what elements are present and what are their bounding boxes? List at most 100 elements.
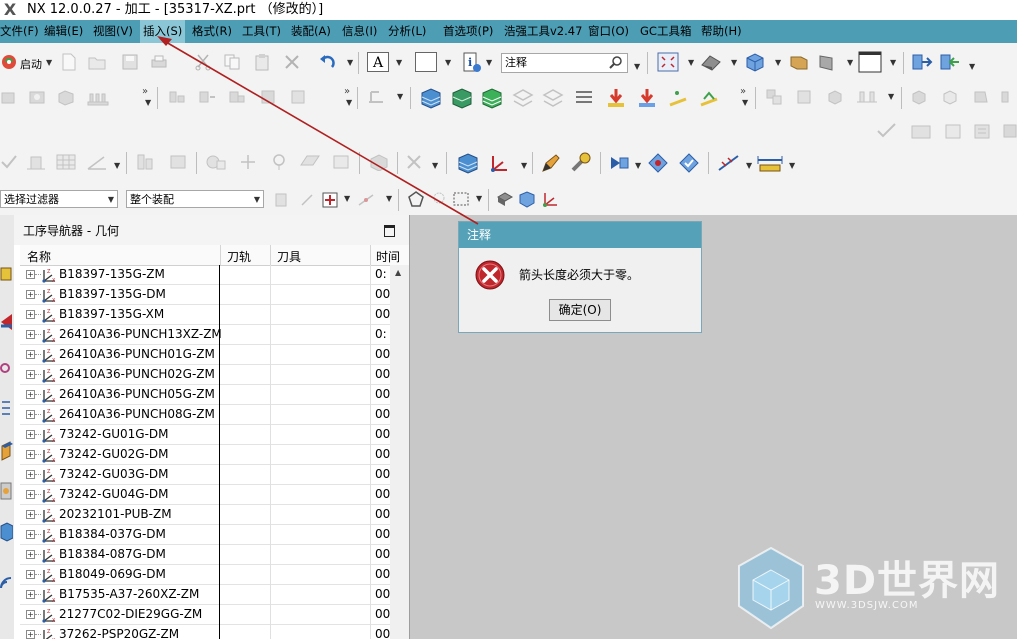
table-row[interactable]: + Z X 21277C02-DIE29GG-ZM 00 — [20, 605, 390, 625]
select-dropdown-icon[interactable]: ▼ — [476, 194, 482, 203]
info-dropdown-icon[interactable]: ▼ — [486, 58, 492, 67]
select-face-icon[interactable] — [496, 190, 514, 208]
table-row[interactable]: + Z X 73242-GU04G-DM 00 — [20, 485, 390, 505]
menu-haoqiang-tools[interactable]: 浩强工具v2.47 — [504, 20, 582, 43]
wcs-dropdown-icon[interactable]: ▼ — [521, 161, 527, 170]
feature-icon[interactable] — [0, 88, 18, 106]
table-row[interactable]: + Z X 26410A36-PUNCH05G-ZM 00 — [20, 385, 390, 405]
select-lasso-icon[interactable] — [430, 190, 448, 208]
menu-edit[interactable]: 编辑(E) — [44, 20, 83, 43]
select-csys-icon[interactable] — [540, 189, 560, 209]
verify-gouge-icon[interactable] — [647, 152, 669, 174]
snap-end-icon[interactable] — [300, 191, 316, 209]
move-component-icon[interactable] — [826, 88, 844, 106]
table-row[interactable]: + Z X 20232101-PUB-ZM 00 — [20, 505, 390, 525]
ruler-dropdown-icon[interactable]: ▼ — [789, 161, 795, 170]
ruler-measure-icon[interactable] — [756, 152, 784, 174]
expand-icon[interactable]: + — [26, 530, 35, 539]
expand-icon[interactable]: + — [26, 570, 35, 579]
start-dropdown-icon[interactable]: ▼ — [46, 58, 52, 67]
select-polygon-icon[interactable] — [407, 190, 425, 208]
properties-list-icon[interactable] — [573, 87, 595, 109]
mirror-icon[interactable] — [1000, 88, 1017, 106]
reuse-library-tab-icon[interactable] — [0, 398, 13, 418]
text-dropdown-icon[interactable]: ▼ — [396, 58, 402, 67]
object-display-icon[interactable] — [973, 122, 995, 140]
import-dropdown-icon[interactable]: ▼ — [969, 62, 975, 71]
command-search-input[interactable]: 注释 — [501, 53, 628, 73]
table-row[interactable]: + Z X 26410A36-PUNCH02G-ZM 00 — [20, 365, 390, 385]
cam-setup-icon[interactable] — [205, 153, 227, 171]
checkmark-icon[interactable] — [0, 153, 18, 171]
generate-toolpath-icon[interactable] — [605, 87, 627, 109]
info-icon[interactable]: i — [462, 52, 482, 74]
operation-navigator-tab-icon[interactable] — [0, 440, 13, 462]
expand-icon[interactable]: + — [26, 430, 35, 439]
start-label[interactable]: 启动 — [20, 56, 42, 72]
table-row[interactable]: + Z X 26410A36-PUNCH08G-ZM 00 — [20, 405, 390, 425]
select-rectangle-icon[interactable] — [452, 190, 470, 208]
table-row[interactable]: + Z X B18397-135G-ZM 0: — [20, 265, 390, 285]
point-icon[interactable] — [237, 153, 259, 171]
start-icon[interactable] — [0, 53, 18, 71]
layer-settings-icon[interactable] — [789, 53, 809, 71]
mate-component-icon[interactable] — [856, 88, 878, 106]
dimension-icon[interactable] — [716, 152, 742, 174]
toolbar-overflow-dropdown-icon[interactable]: ▼ — [742, 98, 748, 107]
cancel-dropdown-icon[interactable]: ▼ — [432, 161, 438, 170]
edit-object-icon[interactable] — [943, 122, 965, 140]
draft-icon[interactable] — [972, 88, 990, 106]
color-dropdown-icon[interactable]: ▼ — [445, 58, 451, 67]
expand-icon[interactable]: + — [26, 490, 35, 499]
edit-parameters-icon[interactable] — [910, 122, 934, 140]
background-dropdown-icon[interactable]: ▼ — [890, 58, 896, 67]
table-row[interactable]: + Z X 73242-GU03G-DM 00 — [20, 465, 390, 485]
ok-button[interactable]: 确定(O) — [549, 299, 611, 321]
delete-face-icon[interactable] — [289, 88, 307, 106]
expand-icon[interactable]: + — [26, 450, 35, 459]
text-annotation-icon[interactable]: A — [367, 52, 389, 72]
create-tool-icon[interactable] — [451, 87, 473, 109]
menu-preferences[interactable]: 首选项(P) — [443, 20, 493, 43]
fit-view-icon[interactable] — [657, 52, 679, 72]
web-browser-tab-icon[interactable] — [0, 570, 13, 592]
machine-navigator-tab-icon[interactable] — [0, 480, 13, 502]
shell-icon[interactable] — [941, 88, 959, 106]
table-row[interactable]: + Z X 73242-GU02G-DM 00 — [20, 445, 390, 465]
search-icon[interactable] — [609, 56, 623, 70]
solid-icon[interactable] — [910, 88, 928, 106]
table-row[interactable]: + Z X B18384-087G-DM 00 — [20, 545, 390, 565]
color-swatch-icon[interactable] — [415, 52, 437, 72]
replace-face-icon[interactable] — [228, 88, 246, 106]
trim-body-icon[interactable] — [367, 88, 385, 106]
toolbar-overflow-icon[interactable]: » — [142, 86, 148, 97]
part-navigator-tab-icon[interactable] — [0, 360, 13, 376]
expand-icon[interactable]: + — [26, 410, 35, 419]
menu-info[interactable]: 信息(I) — [342, 20, 377, 43]
move-face-icon[interactable] — [259, 88, 277, 106]
render-style-icon[interactable] — [700, 53, 722, 71]
paste-icon[interactable] — [253, 53, 271, 71]
expand-icon[interactable]: + — [26, 350, 35, 359]
layer-stack-icon[interactable] — [457, 152, 479, 174]
clearance-icon[interactable] — [25, 153, 47, 171]
simulate-dropdown-icon[interactable]: ▼ — [635, 161, 641, 170]
menu-insert[interactable]: 插入(S) — [140, 20, 186, 43]
undo-dropdown-icon[interactable]: ▼ — [347, 58, 353, 67]
expand-icon[interactable]: + — [26, 590, 35, 599]
menu-file[interactable]: 文件(F) — [0, 20, 39, 43]
move-to-layer-icon[interactable] — [818, 53, 840, 71]
table-row[interactable]: + Z X 26410A36-PUNCH01G-ZM 00 — [20, 345, 390, 365]
export-icon[interactable] — [911, 53, 933, 71]
table-row[interactable]: + Z X B17535-A37-260XZ-ZM 00 — [20, 585, 390, 605]
plane-icon[interactable] — [299, 153, 321, 171]
snap-point-icon[interactable] — [320, 190, 340, 210]
simulate-icon[interactable] — [608, 152, 630, 174]
toolbar-overflow-dropdown-icon[interactable]: ▼ — [346, 98, 352, 107]
expand-icon[interactable]: + — [26, 270, 35, 279]
toolbar-overflow-icon[interactable]: » — [740, 86, 746, 97]
background-color-icon[interactable] — [858, 51, 882, 73]
sync-modeling-icon[interactable] — [168, 88, 186, 106]
expand-icon[interactable]: + — [26, 290, 35, 299]
hole-icon[interactable] — [28, 88, 46, 106]
